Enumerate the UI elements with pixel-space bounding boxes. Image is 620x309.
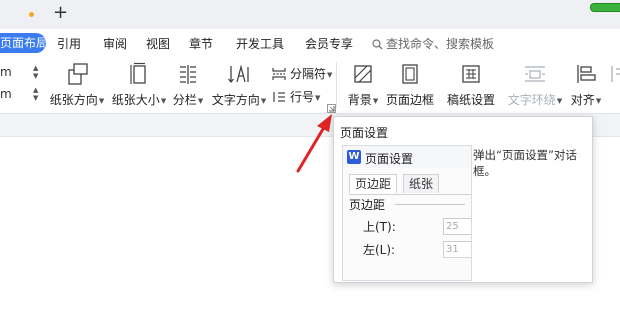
background-icon	[354, 65, 372, 83]
preview-tab-margins: 页边距	[349, 174, 398, 193]
line-number-label: 行号	[290, 90, 315, 104]
separator-button[interactable]: 分隔符▼	[272, 65, 332, 82]
tab-review[interactable]: 审阅	[103, 35, 127, 52]
search-placeholder: 查找命令、搜索模板	[386, 37, 495, 51]
menu-bar: 页面布局 引用 审阅 视图 章节 开发工具 会员专享 查找命令、搜索模板	[0, 29, 620, 57]
spinner-value: m	[0, 65, 12, 79]
text-direction-button[interactable]: 文字方向▼	[211, 61, 267, 108]
preview-field-label: 上(T):	[363, 220, 396, 234]
page-border-label: 页面边框	[386, 93, 435, 107]
text-wrap-label: 文字环绕	[507, 93, 556, 107]
separator-icon	[272, 68, 286, 80]
orientation-button[interactable]: 纸张方向▼	[48, 61, 106, 108]
columns-button[interactable]: 分栏▼	[170, 61, 206, 108]
paper-size-label: 纸张大小	[111, 93, 160, 107]
manuscript-grid-icon	[462, 65, 480, 83]
tooltip-description: 弹出“页面设置”对话框。	[473, 148, 577, 178]
tab-page-layout[interactable]: 页面布局	[0, 33, 48, 53]
page-border-icon	[402, 64, 418, 84]
preview-field-value: 25	[443, 218, 471, 235]
align-button[interactable]: 对齐▼	[569, 61, 603, 108]
manuscript-button[interactable]: 稿纸设置	[446, 61, 496, 108]
background-button[interactable]: 背景▼	[343, 61, 383, 108]
align-label: 对齐	[570, 93, 595, 107]
manuscript-label: 稿纸设置	[446, 93, 495, 107]
columns-icon	[180, 65, 196, 84]
separator-label: 分隔符	[290, 67, 327, 81]
search-icon	[372, 39, 383, 50]
ribbon: m ▲ ▼ m ▲ ▼ 纸张方向▼ 纸张大小▼ 分栏▼ 文字方向▼ 分隔符▼ 行号▼…	[0, 57, 620, 165]
text-direction-icon	[228, 64, 249, 84]
tab-developer[interactable]: 开发工具	[236, 35, 284, 52]
tab-member[interactable]: 会员专享	[305, 35, 353, 52]
columns-label: 分栏	[172, 93, 197, 107]
preview-titlebar: W 页面设置	[343, 146, 471, 168]
preview-tab-paper: 纸张	[403, 174, 440, 193]
spinner-value: m	[0, 87, 12, 101]
preview-tabs: 页边距 纸张	[349, 174, 471, 195]
preview-section-title: 页边距	[349, 198, 386, 212]
unsaved-dot-icon	[29, 12, 34, 17]
red-arrow-icon	[296, 114, 332, 173]
page-setup-tooltip: 页面设置 弹出“页面设置”对话框。 W 页面设置 页边距 纸张 页边距 上(T)…	[333, 116, 593, 283]
paper-size-button[interactable]: 纸张大小▼	[110, 61, 168, 108]
wps-logo-icon: W	[347, 150, 361, 164]
page-border-button[interactable]: 页面边框	[386, 61, 434, 108]
spin-arrows-icon[interactable]: ▲ ▼	[33, 64, 38, 80]
align-icon	[577, 65, 596, 83]
margin-spinner-2[interactable]: m ▲ ▼	[0, 85, 42, 105]
tooltip-title: 页面设置	[340, 126, 389, 140]
status-indicator	[590, 3, 620, 12]
text-direction-label: 文字方向	[211, 93, 260, 107]
tab-references[interactable]: 引用	[57, 35, 81, 52]
line-number-button[interactable]: 行号▼	[272, 88, 320, 105]
margin-spinner-1[interactable]: m ▲ ▼	[0, 63, 42, 83]
background-label: 背景	[347, 93, 372, 107]
ribbon-divider	[336, 62, 337, 108]
text-wrap-button[interactable]: 文字环绕▼	[506, 61, 564, 108]
tab-view[interactable]: 视图	[146, 35, 170, 52]
orientation-label: 纸张方向	[49, 93, 98, 107]
preview-fade	[343, 251, 471, 280]
page-orientation-icon	[68, 63, 88, 85]
preview-dialog-title: 页面设置	[365, 152, 414, 166]
spin-arrows-icon[interactable]: ▲ ▼	[33, 86, 38, 102]
new-tab-plus-icon[interactable]: +	[53, 3, 68, 23]
text-wrap-icon	[525, 66, 545, 82]
title-bar: +	[0, 0, 620, 30]
dialog-preview: W 页面设置 页边距 纸张 页边距 上(T): 25 左(L): 31	[342, 145, 472, 281]
section-divider	[395, 204, 465, 205]
line-number-icon	[273, 92, 285, 102]
command-search[interactable]: 查找命令、搜索模板	[372, 35, 494, 52]
tab-section[interactable]: 章节	[189, 35, 213, 52]
more-tools-icon[interactable]	[609, 63, 620, 88]
paper-size-icon	[130, 62, 146, 84]
